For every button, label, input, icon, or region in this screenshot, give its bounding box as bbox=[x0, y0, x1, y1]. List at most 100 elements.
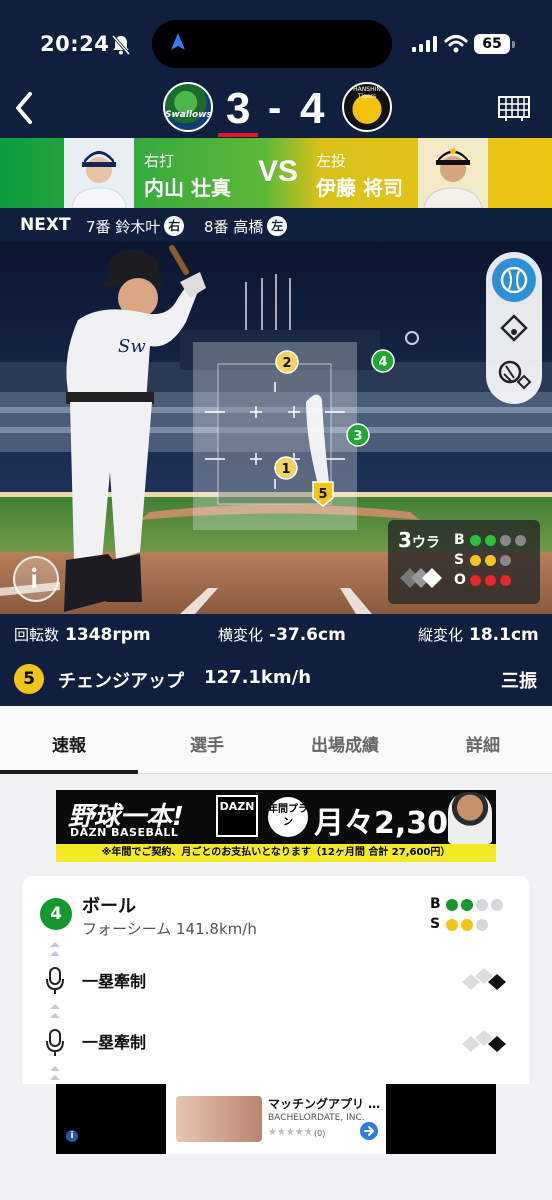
outs-label: O bbox=[454, 572, 466, 588]
strike-dot-2 bbox=[485, 555, 496, 566]
pitch-speed: 127.1km/h bbox=[204, 667, 312, 688]
pitch-metrics-bar: 回転数 1348rpm 横変化 -37.6cm 縦変化 18.1cm bbox=[0, 614, 552, 654]
tigers-logo-text: HANSHIN Tigers bbox=[353, 86, 381, 100]
feed-strike-dot-1 bbox=[446, 919, 458, 931]
pitcher-photo[interactable] bbox=[418, 138, 488, 208]
banner-person-image bbox=[448, 792, 492, 844]
pitch-chart-icon[interactable] bbox=[492, 352, 536, 396]
banner-plan-badge: 年間プラン bbox=[268, 797, 308, 837]
view-mode-rail bbox=[486, 252, 542, 404]
pitcher-hand: 左投 bbox=[316, 152, 347, 170]
app-screen: 20:24 65 Swallows 3 - 4 HANSHIN Tigers 右… bbox=[0, 0, 552, 1200]
metric-horizontal: 横変化 -37.6cm bbox=[218, 624, 346, 645]
next-batters-bar: NEXT 7番 鈴木叶右 8番 高橋左 bbox=[0, 208, 552, 242]
next-batter-1-hand: 右 bbox=[164, 216, 185, 236]
baseball-view-icon[interactable] bbox=[492, 258, 536, 302]
status-bar: 20:24 65 bbox=[0, 0, 552, 80]
feed-strike-dot-2 bbox=[461, 919, 473, 931]
tab-stats[interactable]: 出場成績 bbox=[276, 706, 414, 774]
feed-ball-dot-1 bbox=[446, 899, 458, 911]
dynamic-island bbox=[152, 20, 392, 68]
wifi-icon bbox=[444, 35, 468, 53]
metric-spin: 回転数 1348rpm bbox=[14, 624, 151, 645]
feed-pitch-detail: フォーシーム 141.8km/h bbox=[82, 920, 257, 938]
back-chevron-icon[interactable] bbox=[10, 88, 36, 128]
metric-horizontal-label: 横変化 bbox=[218, 626, 264, 644]
strikes-label: S bbox=[454, 552, 465, 568]
out-dot-1 bbox=[470, 575, 481, 586]
banner-subtitle: DAZN BASEBALL bbox=[70, 826, 179, 839]
swallows-logo: Swallows bbox=[163, 82, 213, 132]
strike-dot-3 bbox=[500, 555, 511, 566]
metric-spin-label: 回転数 bbox=[14, 626, 60, 644]
metric-vertical-value: 18.1cm bbox=[469, 625, 539, 645]
active-tab-indicator bbox=[0, 770, 138, 774]
status-time: 20:24 bbox=[40, 32, 110, 56]
pitch-type: チェンジアップ bbox=[58, 671, 184, 692]
microphone-icon bbox=[46, 967, 64, 994]
microphone-icon-2 bbox=[46, 1029, 64, 1056]
ball-dot-4 bbox=[515, 535, 526, 546]
feed-ball-dot-3 bbox=[476, 899, 488, 911]
bottom-ad-rating: (0) bbox=[314, 1129, 326, 1138]
count-panel: 3ウラ B S O bbox=[388, 520, 540, 604]
batter-hand: 右打 bbox=[144, 152, 175, 170]
balls-label: B bbox=[454, 532, 465, 548]
tab-bar: 速報 選手 出場成績 詳細 bbox=[0, 706, 552, 774]
metric-vertical-label: 縦変化 bbox=[418, 626, 464, 644]
strike-zone-overlay bbox=[193, 342, 357, 530]
bottom-ad-stars: ★★★★★ bbox=[268, 1127, 313, 1138]
feed-ball-dot-4 bbox=[491, 899, 503, 911]
tab-live[interactable]: 速報 bbox=[0, 706, 138, 774]
scoreboard-icon[interactable] bbox=[498, 96, 530, 122]
dazn-banner-ad[interactable]: 野球一本! DAZN BASEBALL DAZN 年間プラン 月々2,300円 … bbox=[56, 790, 496, 862]
cellular-signal-icon bbox=[412, 36, 437, 52]
feed-event-2-bases-icon bbox=[462, 1030, 506, 1052]
feed-connector-icon bbox=[50, 942, 60, 956]
pitch-number-badge: 5 bbox=[14, 664, 44, 694]
feed-connector-icon-2 bbox=[50, 1004, 60, 1018]
tab-details[interactable]: 詳細 bbox=[414, 706, 552, 774]
tab-players[interactable]: 選手 bbox=[138, 706, 276, 774]
feed-strike-dot-3 bbox=[476, 919, 488, 931]
pitcher-name[interactable]: 伊藤 将司 bbox=[316, 172, 403, 201]
banner-note: ※年間でご契約、月ごとのお支払いとなります（12ヶ月間 合計 27,600円） bbox=[56, 844, 496, 862]
svg-text:Sw: Sw bbox=[118, 336, 146, 357]
inning-label: 3ウラ bbox=[398, 528, 440, 552]
strike-dot-1 bbox=[470, 555, 481, 566]
arrow-right-icon[interactable] bbox=[360, 1122, 378, 1140]
bottom-ad-thumbnail bbox=[176, 1096, 262, 1142]
next-batter-1-text: 7番 鈴木叶 bbox=[86, 218, 161, 236]
inning-half: ウラ bbox=[411, 535, 440, 551]
bottom-ad-title: マッチングアプリ … bbox=[268, 1097, 381, 1111]
dazn-logo: DAZN bbox=[216, 795, 258, 837]
versus-label: VS bbox=[258, 155, 299, 188]
feed-ball-dot-2 bbox=[461, 899, 473, 911]
feed-connector-icon-3 bbox=[50, 1066, 60, 1080]
pitch-result: 三振 bbox=[501, 671, 537, 692]
out-dot-3 bbox=[500, 575, 511, 586]
feed-strikes-label: S bbox=[430, 916, 441, 932]
battery-indicator: 65 bbox=[474, 34, 515, 54]
location-arrow-icon bbox=[171, 33, 185, 50]
tigers-logo: HANSHIN Tigers bbox=[342, 82, 392, 132]
metric-vertical: 縦変化 18.1cm bbox=[418, 624, 539, 645]
batting-team-indicator bbox=[218, 133, 258, 137]
metric-horizontal-value: -37.6cm bbox=[269, 625, 346, 645]
diamond-view-icon[interactable] bbox=[492, 306, 536, 350]
swallows-logo-text: Swallows bbox=[165, 110, 212, 120]
ball-dot-3 bbox=[500, 535, 511, 546]
batter-photo[interactable] bbox=[64, 138, 134, 208]
batter-name[interactable]: 内山 壮真 bbox=[144, 172, 231, 201]
next-batter-2-hand: 左 bbox=[267, 216, 288, 236]
next-batter-2-text: 8番 高橋 bbox=[204, 218, 264, 236]
away-score: 4 bbox=[300, 84, 325, 133]
home-score: 3 bbox=[226, 84, 251, 133]
score-separator: - bbox=[268, 86, 282, 130]
metric-spin-value: 1348rpm bbox=[65, 625, 151, 645]
ad-info-icon[interactable]: i bbox=[66, 1130, 78, 1142]
info-icon[interactable] bbox=[13, 556, 59, 602]
ball-dot-1 bbox=[470, 535, 481, 546]
inning-number: 3 bbox=[398, 528, 412, 552]
bottom-ad-company: BACHELORDATE, INC. bbox=[268, 1113, 365, 1123]
